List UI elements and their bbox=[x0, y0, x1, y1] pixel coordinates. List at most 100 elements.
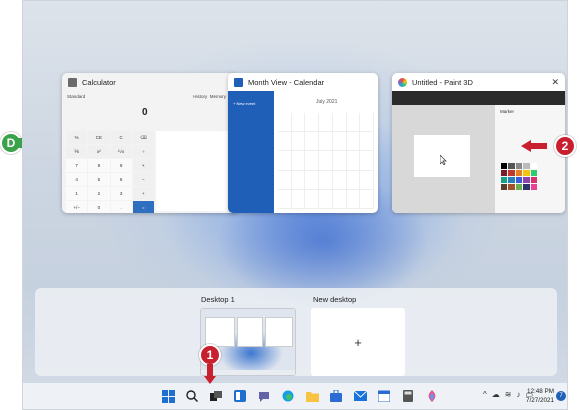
calendar-day-cell bbox=[346, 170, 361, 190]
color-swatch bbox=[501, 177, 508, 183]
calculator-title-bar: Calculator bbox=[62, 73, 238, 91]
paint3d-title-bar: Untitled - Paint 3D ✕ bbox=[392, 73, 565, 91]
desktop-1-label: Desktop 1 bbox=[201, 295, 235, 304]
edge-icon bbox=[282, 390, 294, 402]
color-swatch bbox=[530, 184, 537, 190]
calendar-day-cell bbox=[332, 151, 347, 171]
chevron-up-icon[interactable]: ^ bbox=[483, 390, 487, 399]
calculator-key: ⌫ bbox=[132, 131, 154, 144]
onedrive-icon[interactable]: ☁ bbox=[492, 390, 500, 399]
clock[interactable]: 12:48 PM 7/27/2021 bbox=[526, 387, 554, 405]
file-explorer-button[interactable] bbox=[302, 386, 322, 406]
cursor-icon bbox=[440, 155, 447, 165]
wifi-icon[interactable]: ≋ bbox=[505, 390, 512, 399]
callout-2-arrow bbox=[521, 140, 547, 152]
start-button[interactable] bbox=[158, 386, 178, 406]
calendar-day-cell bbox=[278, 113, 292, 133]
calculator-tabs: History Memory bbox=[193, 94, 226, 99]
calendar-window-thumbnail[interactable]: Month View - Calendar + New event July 2… bbox=[228, 73, 378, 213]
calendar-day-cell bbox=[332, 189, 347, 209]
color-swatch bbox=[508, 177, 515, 183]
calculator-key: 5 bbox=[88, 173, 110, 186]
calendar-day-cell bbox=[291, 113, 306, 133]
notification-badge[interactable]: 7 bbox=[556, 391, 566, 401]
calculator-history-panel bbox=[156, 131, 232, 211]
color-swatch bbox=[515, 184, 523, 190]
calendar-day-cell bbox=[305, 170, 320, 190]
calendar-month-grid bbox=[278, 113, 374, 209]
clock-time: 12:48 PM bbox=[527, 388, 554, 395]
calendar-day-cell bbox=[332, 132, 347, 152]
color-swatch bbox=[530, 163, 537, 169]
color-swatch bbox=[523, 170, 530, 176]
calculator-key: 2 bbox=[88, 187, 110, 200]
calculator-key: − bbox=[132, 173, 154, 186]
calculator-key: +/− bbox=[66, 201, 88, 213]
calculator-mode: Standard bbox=[67, 94, 86, 99]
calculator-title: Calculator bbox=[82, 77, 116, 87]
calendar-day-cell bbox=[305, 113, 320, 133]
search-icon bbox=[186, 390, 198, 402]
close-icon[interactable]: ✕ bbox=[551, 77, 559, 88]
calculator-key: % bbox=[66, 131, 88, 144]
color-swatch bbox=[515, 170, 523, 176]
calculator-key: 6 bbox=[110, 173, 132, 186]
clock-date: 7/27/2021 bbox=[525, 397, 554, 404]
store-button[interactable] bbox=[326, 386, 346, 406]
calculator-key: 8 bbox=[88, 159, 110, 172]
calendar-day-cell bbox=[332, 113, 347, 133]
calendar-day-cell bbox=[278, 170, 292, 190]
calendar-title-bar: Month View - Calendar bbox=[228, 73, 378, 91]
color-swatch bbox=[523, 184, 530, 190]
calculator-key: ⅟x bbox=[66, 145, 88, 158]
volume-icon[interactable]: ♪ bbox=[516, 390, 520, 399]
edge-button[interactable] bbox=[278, 386, 298, 406]
task-view-icon bbox=[210, 391, 222, 401]
widgets-icon bbox=[234, 390, 246, 402]
calendar-day-cell bbox=[319, 113, 333, 133]
color-swatch bbox=[523, 163, 530, 169]
color-palette bbox=[501, 163, 537, 190]
color-swatch bbox=[501, 163, 508, 169]
calculator-icon bbox=[403, 390, 413, 402]
calendar-day-cell bbox=[319, 132, 333, 152]
calendar-day-cell bbox=[346, 132, 361, 152]
calendar-icon bbox=[378, 390, 390, 402]
calendar-day-cell bbox=[305, 189, 320, 209]
calendar-day-cell bbox=[319, 151, 333, 171]
calculator-taskbar-button[interactable] bbox=[398, 386, 418, 406]
calendar-day-cell bbox=[291, 132, 306, 152]
calendar-day-cell bbox=[332, 170, 347, 190]
task-view-button[interactable] bbox=[206, 386, 226, 406]
widgets-button[interactable] bbox=[230, 386, 250, 406]
color-swatch bbox=[530, 170, 537, 176]
desktops-bar: Desktop 1 New desktop + bbox=[35, 288, 557, 376]
calendar-month-label: July 2021 bbox=[316, 99, 338, 105]
calendar-day-cell bbox=[305, 132, 320, 152]
paint3d-taskbar-button[interactable] bbox=[422, 386, 442, 406]
calendar-taskbar-button[interactable] bbox=[374, 386, 394, 406]
calculator-window-thumbnail[interactable]: Calculator Standard History Memory 0 % CE… bbox=[62, 73, 238, 213]
desktop-screen: Calculator Standard History Memory 0 % CE… bbox=[22, 0, 568, 410]
calendar-day-cell bbox=[319, 170, 333, 190]
calculator-key: ÷ bbox=[132, 145, 154, 158]
calculator-key: 0 bbox=[88, 201, 110, 213]
paint3d-icon bbox=[398, 77, 407, 87]
search-button[interactable] bbox=[182, 386, 202, 406]
calendar-sidebar: + New event bbox=[228, 91, 274, 213]
new-desktop-button[interactable]: + bbox=[311, 308, 405, 376]
calendar-day-cell bbox=[346, 189, 361, 209]
teams-chat-button[interactable] bbox=[254, 386, 274, 406]
mail-icon bbox=[353, 391, 367, 401]
color-swatch bbox=[515, 177, 523, 183]
calendar-title: Month View - Calendar bbox=[248, 77, 325, 87]
calculator-key: ²√x bbox=[110, 145, 132, 158]
paint3d-title: Untitled - Paint 3D bbox=[412, 77, 473, 87]
calendar-day-cell bbox=[360, 113, 374, 133]
chat-icon bbox=[259, 392, 269, 402]
calculator-display: 0 bbox=[142, 107, 148, 118]
calendar-day-cell bbox=[346, 113, 361, 133]
mail-button[interactable] bbox=[350, 386, 370, 406]
color-swatch bbox=[501, 170, 508, 176]
calculator-key: 9 bbox=[110, 159, 132, 172]
